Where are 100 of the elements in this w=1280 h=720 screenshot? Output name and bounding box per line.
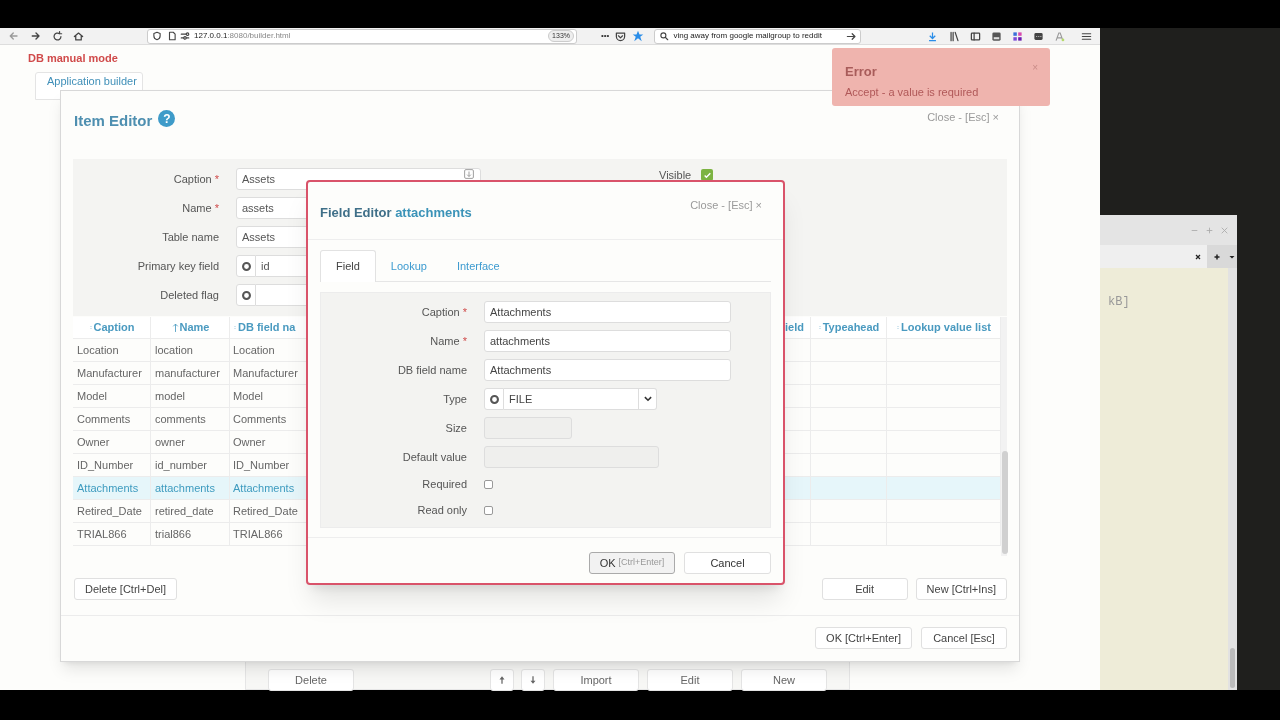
table-cell: TRIAL866 [73,523,151,546]
extension-icon[interactable] [991,30,1003,42]
table-cell: Comments [73,408,151,431]
table-cell: Owner [73,431,151,454]
check-icon [702,170,712,180]
forward-icon[interactable] [30,30,42,42]
toolbar-button[interactable]: Edit [647,669,733,691]
dropdown-button[interactable] [639,388,657,410]
home-icon[interactable] [73,30,84,42]
table-cell: model [151,385,230,408]
field-icon[interactable] [464,169,474,179]
field-label: Deleted flag [159,287,219,303]
table-cell: manufacturer [151,362,230,385]
table-cell: ID_Number [73,454,151,477]
field-label: Table name [161,229,219,245]
tab[interactable]: Lookup [375,250,442,282]
delete-button[interactable]: Delete [Ctrl+Del] [74,578,177,600]
tab[interactable]: Field [320,250,376,282]
field-label: Size [444,420,467,436]
table-cell: attachments [151,477,230,500]
field-label: Caption * [420,304,467,320]
tab-field[interactable] [1100,245,1207,268]
dialog-title: Item Editor [74,111,153,131]
url-text: 127.0.0.1:8080/builder.html [194,30,291,42]
table-cell: owner [151,431,230,454]
pocket-icon[interactable] [615,30,627,42]
lookup-button[interactable] [484,388,504,410]
toolbar-button[interactable]: Import [553,669,639,691]
table-cell: location [151,339,230,362]
grid-icon[interactable] [1012,30,1024,42]
dialog-title: Field Editor attachments [320,204,472,222]
library-icon[interactable] [949,30,961,42]
table-cell: Model [73,385,151,408]
toolbar-button[interactable]: New [741,669,827,691]
search-icon [659,31,670,41]
cancel-button[interactable]: Cancel [684,552,771,574]
footer-button[interactable]: Cancel [Esc] [921,627,1007,649]
arrow-down-icon [528,675,538,685]
shield-icon [152,31,162,41]
font-icon[interactable] [1054,30,1066,42]
footer-button[interactable]: OK [Ctrl+Enter] [815,627,912,649]
scrollbar[interactable] [1228,268,1237,690]
select-field[interactable]: FILE [504,388,639,410]
reload-icon[interactable] [52,30,63,42]
search-text: ving away from google mailgroup to reddit [673,30,822,42]
field-label: Read only [416,503,467,519]
text-field[interactable]: Attachments [484,359,731,381]
field-label: DB field name [396,362,467,378]
table-cell: comments [151,408,230,431]
action-button[interactable]: Edit [821,578,908,600]
text-field[interactable]: Attachments [484,301,731,323]
table-cell: trial866 [151,523,230,546]
action-button[interactable]: New [Ctrl+Ins] [915,578,1007,600]
ok-button[interactable]: OK [Ctrl+Enter] [589,552,675,574]
table-cell: Retired_Date [73,500,151,523]
column-header[interactable]: Lookup value list [887,317,1001,339]
editor-text: kB] [1108,295,1130,309]
mode-label: DB manual mode [28,51,118,66]
add-icon[interactable] [1213,252,1221,261]
table-cell: id_number [151,454,230,477]
table-cell: Location [73,339,151,362]
menu-icon[interactable] [1081,30,1093,42]
move-up-button[interactable] [490,669,514,691]
sidebar-icon[interactable] [970,30,982,42]
lookup-button[interactable] [236,284,256,306]
chat-icon[interactable] [1033,30,1045,42]
arrow-up-icon [497,675,507,685]
table-cell: Attachments [73,477,151,500]
more-button[interactable]: ••• [601,30,610,42]
scrollbar[interactable] [1001,317,1007,556]
search-field[interactable]: ving away from google mailgroup to reddit [654,28,862,44]
toast-title: Error [845,63,877,81]
checkbox-label: Visible [659,168,692,183]
sliders-icon[interactable] [180,31,190,41]
checkbox[interactable] [701,169,714,182]
column-header[interactable]: Caption [73,317,151,339]
circle-icon [488,393,500,405]
text-field[interactable]: attachments [484,330,731,352]
sort-ascending-icon[interactable] [170,321,180,334]
close-icon[interactable] [1194,252,1202,261]
star-icon[interactable] [632,30,645,42]
field-label: Name * [429,333,467,349]
field-label: Type [442,391,467,407]
arrow-right-icon[interactable] [846,30,858,42]
lookup-button[interactable] [236,255,256,277]
move-down-button[interactable] [521,669,545,691]
page-icon [167,31,177,41]
field-label: Default value [401,449,467,465]
field-label: Required [421,477,467,493]
column-header[interactable]: Typeahead [811,317,887,339]
table-cell: retired_date [151,500,230,523]
checkbox[interactable] [484,506,493,515]
toast-message: Accept - a value is required [845,84,980,100]
field-label: Name * [181,200,219,216]
download-icon[interactable] [927,30,939,42]
column-header[interactable]: Name [151,317,230,339]
field-label: Caption * [172,171,219,187]
chevron-down-icon [642,394,653,404]
checkbox[interactable] [484,480,493,489]
toolbar-button[interactable]: Delete [268,669,354,691]
